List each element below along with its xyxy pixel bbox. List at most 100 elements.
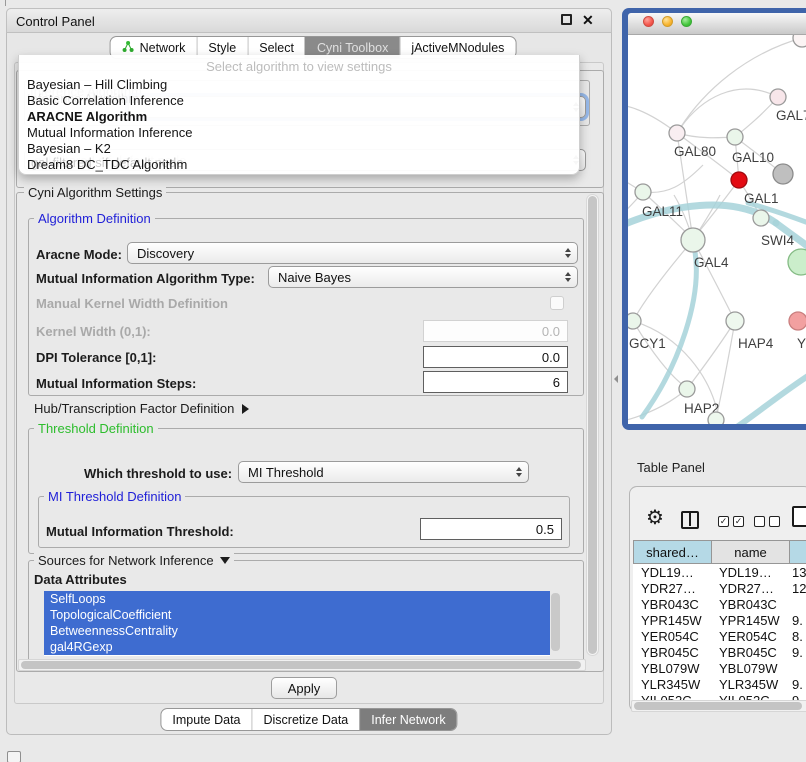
splitter-notch (5, 0, 6, 6)
panel-splitter-handle[interactable] (614, 375, 618, 383)
network-node-label: Y (797, 336, 806, 351)
tab-infer-network[interactable]: Infer Network (359, 709, 456, 730)
network-node-swi4[interactable] (753, 210, 769, 226)
hub-definition-toggle[interactable]: Hub/Transcription Factor Definition (34, 401, 249, 416)
aracne-mode-select[interactable]: Discovery (127, 242, 578, 264)
network-node-gal7[interactable] (770, 89, 786, 105)
table-cell: 9. (789, 613, 806, 628)
table-cell: YBR043C (711, 597, 789, 612)
table-row[interactable]: YDL19…YDL19…13 (633, 564, 806, 580)
network-node[interactable] (793, 35, 806, 47)
minimized-panel-icon[interactable] (7, 751, 21, 762)
table-cell: YBL079W (711, 661, 789, 676)
network-node-hap2[interactable] (679, 381, 695, 397)
network-node[interactable] (788, 249, 806, 275)
data-attribute-item[interactable]: gal4RGexp (44, 639, 550, 655)
table-horizontal-scrollbar[interactable] (631, 700, 806, 712)
network-node-gal4[interactable] (681, 228, 705, 252)
table-cell: YBR043C (633, 597, 711, 612)
network-node-gal10[interactable] (727, 129, 743, 145)
control-panel-titlebar: Control Panel (6, 8, 612, 33)
table-cell: YER054C (633, 629, 711, 644)
scrollbar-thumb[interactable] (634, 702, 802, 710)
stepper-arrows-icon (516, 467, 522, 477)
network-node-y[interactable] (789, 312, 806, 330)
table-cell: YLR345W (711, 677, 789, 692)
table-cell: YLR345W (633, 677, 711, 692)
float-window-icon[interactable] (561, 14, 572, 25)
network-node-label: GAL80 (674, 144, 716, 159)
table-row[interactable]: YBR043CYBR043C (633, 596, 806, 612)
mi-steps-label: Mutual Information Steps: (36, 376, 196, 391)
mi-steps-field[interactable]: 6 (423, 371, 568, 393)
kernel-width-field[interactable]: 0.0 (423, 320, 568, 342)
minimize-traffic-light[interactable] (662, 16, 673, 27)
table-cell: 9. (789, 677, 806, 692)
close-icon[interactable]: ✕ (582, 11, 594, 29)
apply-button[interactable]: Apply (271, 677, 337, 699)
network-node[interactable] (708, 412, 724, 424)
network-node-gal80[interactable] (669, 125, 685, 141)
network-node-gcy1[interactable] (628, 313, 641, 329)
table-cell: YBR045C (633, 645, 711, 660)
data-attributes-list[interactable]: SelfLoopsTopologicalCoefficientBetweenne… (44, 591, 550, 656)
table-cell: YBL079W (633, 661, 711, 676)
data-attribute-item[interactable]: BetweennessCentrality (44, 623, 550, 639)
scrollbar-thumb[interactable] (588, 196, 597, 654)
deselect-all-columns-icon[interactable] (754, 516, 780, 527)
close-traffic-light[interactable] (643, 16, 654, 27)
network-node-hap4[interactable] (726, 312, 744, 330)
column-header-partial[interactable]: A (789, 540, 806, 564)
manual-kernel-checkbox[interactable] (550, 296, 564, 310)
algorithm-item[interactable]: Bayesian – Hill Climbing (24, 77, 574, 93)
network-window-titlebar[interactable] (628, 13, 806, 35)
algorithm-item[interactable]: Dream8 DC_TDC Algorithm (24, 157, 574, 173)
network-node-label: GAL7 (776, 108, 806, 123)
network-view-canvas[interactable]: GAL7GAL80GAL10GAL1GAL11SWI4GAL4GCY1HAP4Y… (628, 35, 806, 424)
settings-horizontal-scrollbar[interactable] (18, 659, 586, 671)
aracne-mode-label: Aracne Mode: (36, 247, 122, 262)
table-cell: 13 (789, 565, 806, 580)
network-node-gal1[interactable] (731, 172, 747, 188)
table-cell: YDR27… (711, 581, 789, 596)
tab-discretize-data[interactable]: Discretize Data (252, 709, 360, 730)
which-threshold-select[interactable]: MI Threshold (238, 461, 529, 483)
table-cell: YIL052C (711, 693, 789, 701)
table-row[interactable]: YPR145WYPR145W9. (633, 612, 806, 628)
network-node-label: GAL4 (694, 255, 729, 270)
tab-impute-data[interactable]: Impute Data (161, 709, 251, 730)
stepper-arrows-icon (565, 248, 571, 258)
sources-legend[interactable]: Sources for Network Inference (34, 553, 234, 568)
settings-vertical-scrollbar[interactable] (586, 194, 599, 656)
node-attribute-table: shared… name A YDL19…YDL19…13YDR27…YDR27… (633, 540, 806, 700)
algorithm-item[interactable]: ARACNE Algorithm (24, 109, 574, 125)
table-row[interactable]: YBL079WYBL079W (633, 660, 806, 676)
split-columns-icon[interactable] (681, 511, 699, 529)
table-settings-gear-icon[interactable]: ⚙ (646, 507, 664, 529)
table-row[interactable]: YBR045CYBR045C9. (633, 644, 806, 660)
table-row[interactable]: YER054CYER054C8. (633, 628, 806, 644)
column-header-name[interactable]: name (711, 540, 789, 564)
algorithm-item[interactable]: Mutual Information Inference (24, 125, 574, 141)
list-scrollbar-thumb[interactable] (551, 593, 560, 651)
column-header-shared-name[interactable]: shared… (633, 540, 711, 564)
algorithm-definition-legend: Algorithm Definition (34, 211, 155, 226)
algorithm-item[interactable]: Bayesian – K2 (24, 141, 574, 157)
dpi-tolerance-field[interactable]: 0.0 (423, 346, 568, 368)
scrollbar-thumb[interactable] (21, 661, 581, 669)
algorithm-item[interactable]: Basic Correlation Inference (24, 93, 574, 109)
table-function-icon[interactable] (792, 506, 806, 527)
table-row[interactable]: YIL052CYIL052C9 (633, 692, 806, 700)
tab-label: Discretize Data (264, 713, 349, 727)
network-node[interactable] (773, 164, 793, 184)
data-attribute-item[interactable]: TopologicalCoefficient (44, 607, 550, 623)
mi-type-select[interactable]: Naive Bayes (268, 266, 578, 288)
table-row[interactable]: YDR27…YDR27…12 (633, 580, 806, 596)
table-cell: YPR145W (711, 613, 789, 628)
data-attribute-item[interactable]: SelfLoops (44, 591, 550, 607)
table-row[interactable]: YLR345WYLR345W9. (633, 676, 806, 692)
mi-threshold-field[interactable]: 0.5 (420, 518, 562, 540)
select-all-columns-icon[interactable]: ✓ ✓ (718, 516, 744, 527)
zoom-traffic-light[interactable] (681, 16, 692, 27)
network-node-gal11[interactable] (635, 184, 651, 200)
